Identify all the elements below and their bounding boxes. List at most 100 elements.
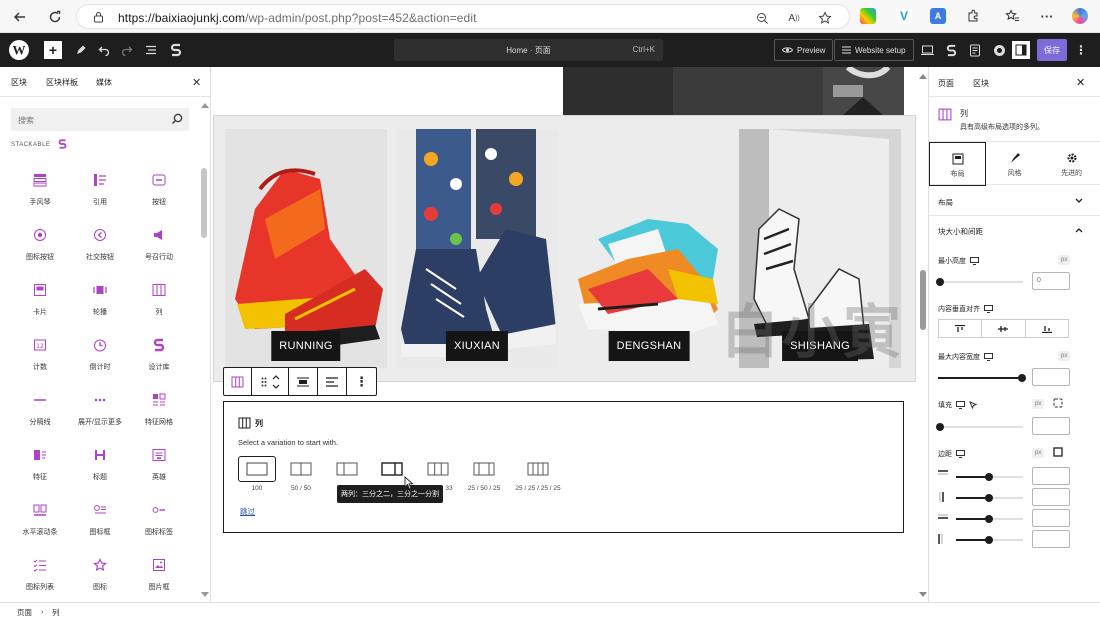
padding-slider[interactable] xyxy=(936,423,1023,431)
block-card[interactable]: 卡片 xyxy=(9,281,71,317)
close-inspector-icon[interactable]: ✕ xyxy=(1076,76,1085,89)
slider-knob[interactable] xyxy=(985,536,993,544)
text-align-icon[interactable] xyxy=(318,368,347,395)
command-palette[interactable]: Home · 页面 Ctrl+K xyxy=(394,39,663,61)
drag-handle-icon[interactable] xyxy=(261,377,267,387)
wordpress-logo-icon[interactable]: W xyxy=(0,33,37,67)
extension-v-icon[interactable]: V xyxy=(896,8,912,24)
margin-left-input[interactable] xyxy=(1032,530,1070,548)
image-running[interactable]: RUNNING xyxy=(225,129,387,368)
editor-canvas[interactable]: RUNNING XIUXIAN DENGSHAN SHISHANG 白小寅 ⋮ … xyxy=(212,67,928,602)
block-carousel[interactable]: 轮播 xyxy=(69,281,131,317)
tab-blocks[interactable]: 区块 xyxy=(11,77,27,88)
block-count-up[interactable]: 12 计数 xyxy=(9,336,71,372)
max-width-slider[interactable] xyxy=(938,374,1026,382)
block-button[interactable]: 按钮 xyxy=(128,171,190,207)
more-menu-icon[interactable]: ··· xyxy=(1039,8,1055,24)
tools-pen-icon[interactable] xyxy=(72,41,90,59)
move-up-down-icon[interactable] xyxy=(272,374,280,390)
scroll-down-arrow[interactable] xyxy=(201,592,209,597)
preview-button[interactable]: Preview xyxy=(774,39,834,61)
unit-badge[interactable]: px xyxy=(1058,255,1071,265)
favorite-star-icon[interactable] xyxy=(817,10,833,26)
block-horizontal-scroller[interactable]: 水平滚动条 xyxy=(9,501,71,537)
document-overview-icon[interactable] xyxy=(142,41,160,59)
close-inserter-icon[interactable]: ✕ xyxy=(192,76,201,89)
desktop-icon[interactable] xyxy=(956,401,965,409)
tab-patterns[interactable]: 区块样板 xyxy=(46,77,78,88)
margin-bottom-slider[interactable] xyxy=(956,515,1023,523)
breadcrumb-columns[interactable]: 列 xyxy=(52,607,60,618)
inserter-scrollbar[interactable] xyxy=(201,168,207,238)
tab-advanced[interactable]: 先进的 xyxy=(1043,142,1100,186)
variation-100[interactable]: 100 xyxy=(233,456,281,492)
variation-25-50-25[interactable]: 25 / 50 / 25 xyxy=(460,456,508,492)
block-call-to-action[interactable]: 号召行动 xyxy=(128,226,190,262)
block-hero[interactable]: 英雄 xyxy=(128,446,190,482)
block-feature-grid[interactable]: 特征网格 xyxy=(128,391,190,427)
section-spacing[interactable]: 块大小和间距 xyxy=(938,226,983,237)
block-image-box[interactable]: 图片框 xyxy=(128,556,190,592)
hero-image-partial[interactable] xyxy=(563,67,904,115)
tab-media[interactable]: 媒体 xyxy=(96,77,112,88)
block-options-kebab-icon[interactable]: ⋮ xyxy=(347,368,376,395)
slider-knob[interactable] xyxy=(936,423,944,431)
block-accordion[interactable]: 手风琴 xyxy=(9,171,71,207)
padding-input[interactable] xyxy=(1032,417,1070,435)
block-icon-list[interactable]: 图标列表 xyxy=(9,556,71,592)
lock-icon[interactable] xyxy=(93,11,104,23)
notes-icon[interactable] xyxy=(966,41,984,59)
website-setup-button[interactable]: Website setup xyxy=(834,39,914,61)
block-divider[interactable]: 分隔线 xyxy=(9,391,71,427)
save-button[interactable]: 保存 xyxy=(1037,39,1067,61)
skip-link[interactable]: 跳过 xyxy=(240,506,255,517)
block-feature[interactable]: 特征 xyxy=(9,446,71,482)
chevron-up-icon[interactable] xyxy=(1075,227,1083,233)
settings-sidebar-toggle-icon[interactable] xyxy=(1012,41,1030,59)
desktop-icon[interactable] xyxy=(970,257,979,265)
block-heading[interactable]: 标题 xyxy=(69,446,131,482)
align-top-icon[interactable] xyxy=(939,320,983,337)
align-bottom-icon[interactable] xyxy=(1026,320,1068,337)
block-type-columns-icon[interactable] xyxy=(224,368,252,395)
device-preview-icon[interactable] xyxy=(918,41,936,59)
image-xiuxian[interactable]: XIUXIAN xyxy=(396,129,558,368)
margin-top-input[interactable] xyxy=(1032,467,1070,485)
scroll-up-arrow[interactable] xyxy=(201,103,209,108)
add-block-toggle[interactable]: + xyxy=(44,41,62,59)
block-social-buttons[interactable]: 社交按钮 xyxy=(69,226,131,262)
block-icon-box[interactable]: 图标框 xyxy=(69,501,131,537)
block-icon-label[interactable]: 图标标签 xyxy=(128,501,190,537)
undo-icon[interactable] xyxy=(95,41,113,59)
options-kebab-icon[interactable]: ⋮ xyxy=(1072,41,1090,59)
extension-translate-icon[interactable]: A xyxy=(930,8,946,24)
plugin-circle-icon[interactable] xyxy=(990,41,1008,59)
block-columns[interactable]: 列 xyxy=(128,281,190,317)
image-dengshan[interactable]: DENGSHAN xyxy=(568,129,730,368)
block-expand[interactable]: 展开/显示更多 xyxy=(69,391,131,427)
block-icon[interactable]: 图标 xyxy=(69,556,131,592)
canvas-scroll-up-arrow[interactable] xyxy=(919,74,927,79)
refresh-button[interactable] xyxy=(45,7,65,27)
slider-knob[interactable] xyxy=(936,278,944,286)
link-sides-icon[interactable] xyxy=(1053,398,1063,408)
block-icon-button[interactable]: 图标按钮 xyxy=(9,226,71,262)
min-height-input[interactable]: 0 xyxy=(1032,272,1070,290)
unlink-sides-icon[interactable] xyxy=(1053,447,1063,457)
unit-badge[interactable]: px xyxy=(1032,448,1045,458)
address-bar[interactable]: https://baixiaojunkj.com/wp-admin/post.p… xyxy=(76,4,850,29)
margin-right-input[interactable] xyxy=(1032,488,1070,506)
tab-block[interactable]: 区块 xyxy=(973,78,989,89)
margin-left-slider[interactable] xyxy=(956,536,1023,544)
block-countdown[interactable]: 倒计时 xyxy=(69,336,131,372)
block-quote[interactable]: 引用 xyxy=(69,171,131,207)
margin-right-slider[interactable] xyxy=(956,494,1023,502)
slider-knob[interactable] xyxy=(1018,374,1026,382)
tab-page[interactable]: 页面 xyxy=(938,78,954,89)
desktop-icon[interactable] xyxy=(956,450,965,458)
block-design-library[interactable]: 设计库 xyxy=(128,336,190,372)
min-height-slider[interactable] xyxy=(936,278,1023,286)
variation-33-66[interactable] xyxy=(323,456,371,485)
margin-top-slider[interactable] xyxy=(956,473,1023,481)
extension-colorful-icon[interactable] xyxy=(860,8,876,24)
